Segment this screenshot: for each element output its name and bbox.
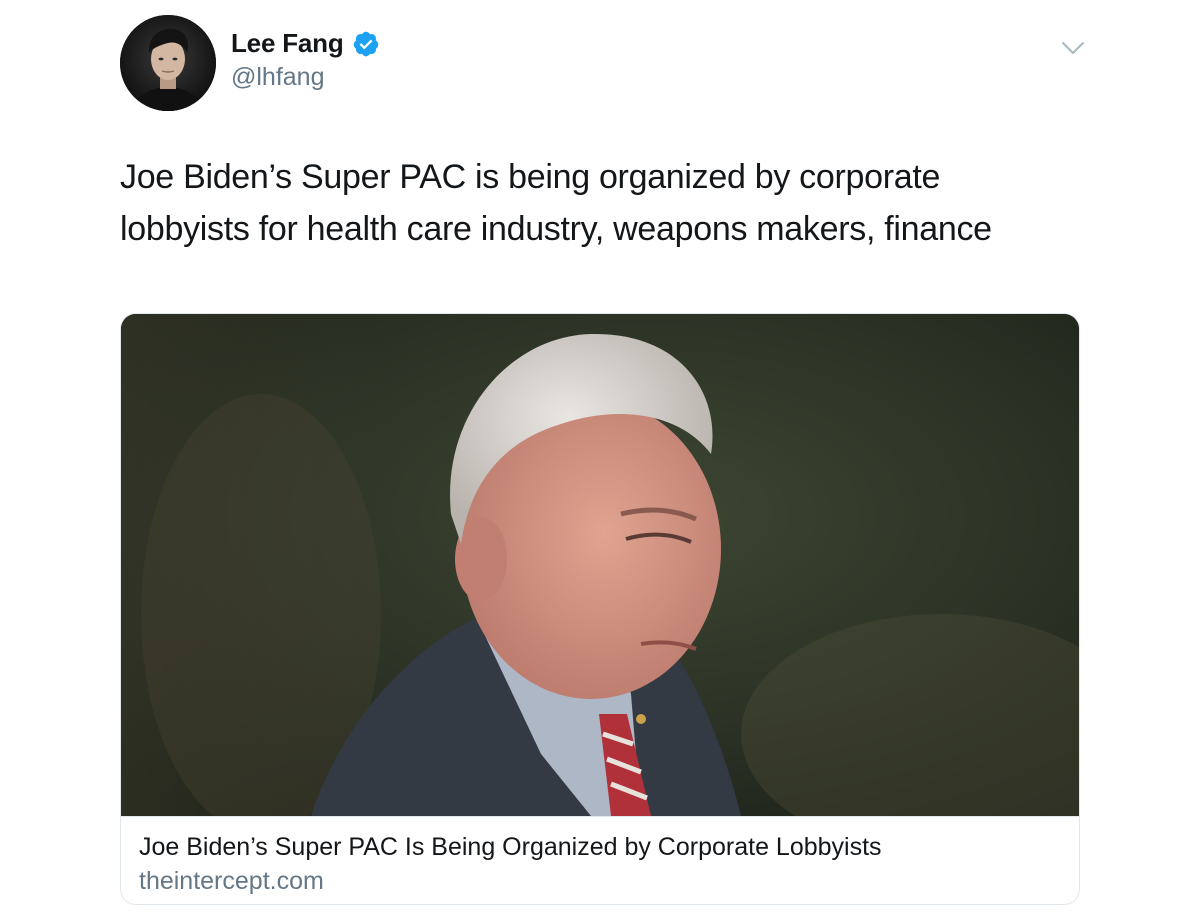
link-card-image[interactable] [121, 314, 1079, 816]
avatar-photo [120, 15, 216, 111]
link-card-footer: Joe Biden’s Super PAC Is Being Organized… [121, 816, 1079, 904]
link-card-domain: theintercept.com [139, 867, 324, 895]
chevron-down-icon[interactable] [1060, 38, 1086, 58]
tweet: Lee Fang @lhfang Joe Biden’s Super PAC i… [0, 0, 1200, 913]
author-name-row: Lee Fang [231, 28, 380, 59]
author-display-name[interactable]: Lee Fang [231, 28, 344, 59]
link-card[interactable]: Joe Biden’s Super PAC Is Being Organized… [120, 313, 1080, 905]
tweet-text-line: lobbyists for health care industry, weap… [120, 210, 992, 248]
tweet-text: Joe Biden’s Super PAC is being organized… [120, 151, 1080, 255]
verified-badge-icon [352, 30, 380, 58]
author-avatar[interactable] [120, 15, 216, 111]
link-card-title[interactable]: Joe Biden’s Super PAC Is Being Organized… [139, 831, 1061, 863]
tweet-text-line: Joe Biden’s Super PAC is being organized… [120, 158, 941, 196]
author-handle[interactable]: @lhfang [231, 63, 325, 92]
